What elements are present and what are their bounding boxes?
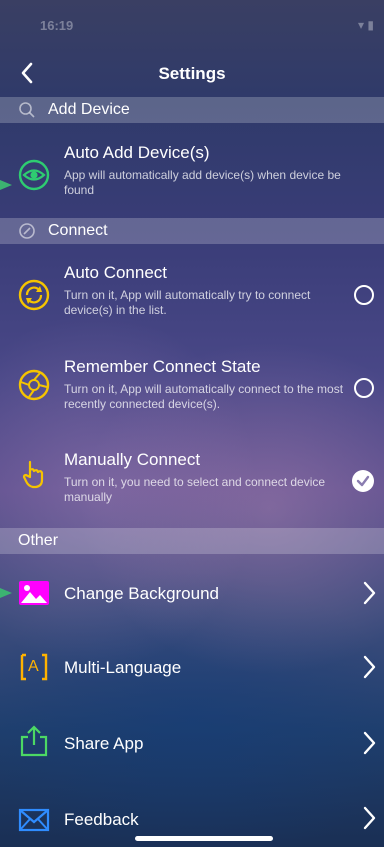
setting-auto-add-device[interactable]: Auto Add Device(s) App will automaticall… — [0, 135, 384, 215]
setting-title: Auto Add Device(s) — [64, 143, 210, 162]
setting-title: Change Background — [64, 584, 220, 603]
setting-title: Remember Connect State — [64, 357, 261, 376]
home-indicator — [135, 836, 273, 841]
search-icon — [19, 102, 35, 118]
image-icon — [19, 581, 49, 605]
setting-title: Feedback — [64, 810, 139, 829]
eye-icon — [18, 159, 50, 191]
nav-bar: Settings — [0, 58, 384, 92]
section-label: Other — [18, 532, 59, 549]
section-header-other: Other — [0, 528, 384, 554]
chevron-right-icon — [363, 731, 376, 755]
setting-auto-connect[interactable]: Auto Connect Turn on it, App will automa… — [0, 255, 384, 335]
section-header-add-device: Add Device — [0, 97, 384, 123]
chevron-right-icon — [363, 655, 376, 679]
status-time: 16:19 — [40, 18, 74, 33]
section-header-connect: Connect — [0, 218, 384, 244]
setting-multi-language[interactable]: A Multi-Language — [0, 634, 384, 700]
setting-title: Auto Connect — [64, 263, 168, 282]
language-icon: A — [18, 651, 50, 683]
remember-connect-radio[interactable] — [354, 378, 374, 398]
status-indicators: ▾ ▮ — [358, 18, 374, 32]
section-label: Add Device — [48, 101, 130, 118]
auto-connect-radio[interactable] — [354, 285, 374, 305]
connect-icon — [19, 223, 35, 239]
setting-description: App will automatically add device(s) whe… — [64, 168, 341, 197]
setting-title: Multi-Language — [64, 658, 182, 677]
setting-change-background[interactable]: Change Background — [0, 560, 384, 626]
hand-pointer-icon — [22, 460, 44, 489]
share-icon — [20, 725, 48, 757]
chevron-right-icon — [363, 806, 376, 830]
setting-description: Turn on it, you need to select and conne… — [64, 475, 326, 504]
section-label: Connect — [48, 222, 108, 239]
setting-description: Turn on it, App will automatically try t… — [64, 288, 311, 317]
aperture-icon — [18, 369, 50, 401]
setting-manually-connect[interactable]: Manually Connect Turn on it, you need to… — [0, 440, 384, 520]
chevron-right-icon — [363, 581, 376, 605]
status-bar: 16:19 ▾ ▮ — [0, 0, 384, 44]
setting-share-app[interactable]: Share App — [0, 710, 384, 776]
setting-description: Turn on it, App will automatically conne… — [64, 382, 344, 411]
checkmark-icon — [356, 475, 370, 487]
manual-connect-check[interactable] — [352, 470, 374, 492]
language-icon-letter: A — [28, 658, 39, 675]
setting-title: Manually Connect — [64, 450, 201, 469]
setting-remember-connect-state[interactable]: Remember Connect State Turn on it, App w… — [0, 345, 384, 425]
page-title: Settings — [158, 64, 226, 83]
setting-title: Share App — [64, 734, 144, 753]
sync-icon — [18, 279, 50, 311]
mail-icon — [18, 808, 50, 832]
